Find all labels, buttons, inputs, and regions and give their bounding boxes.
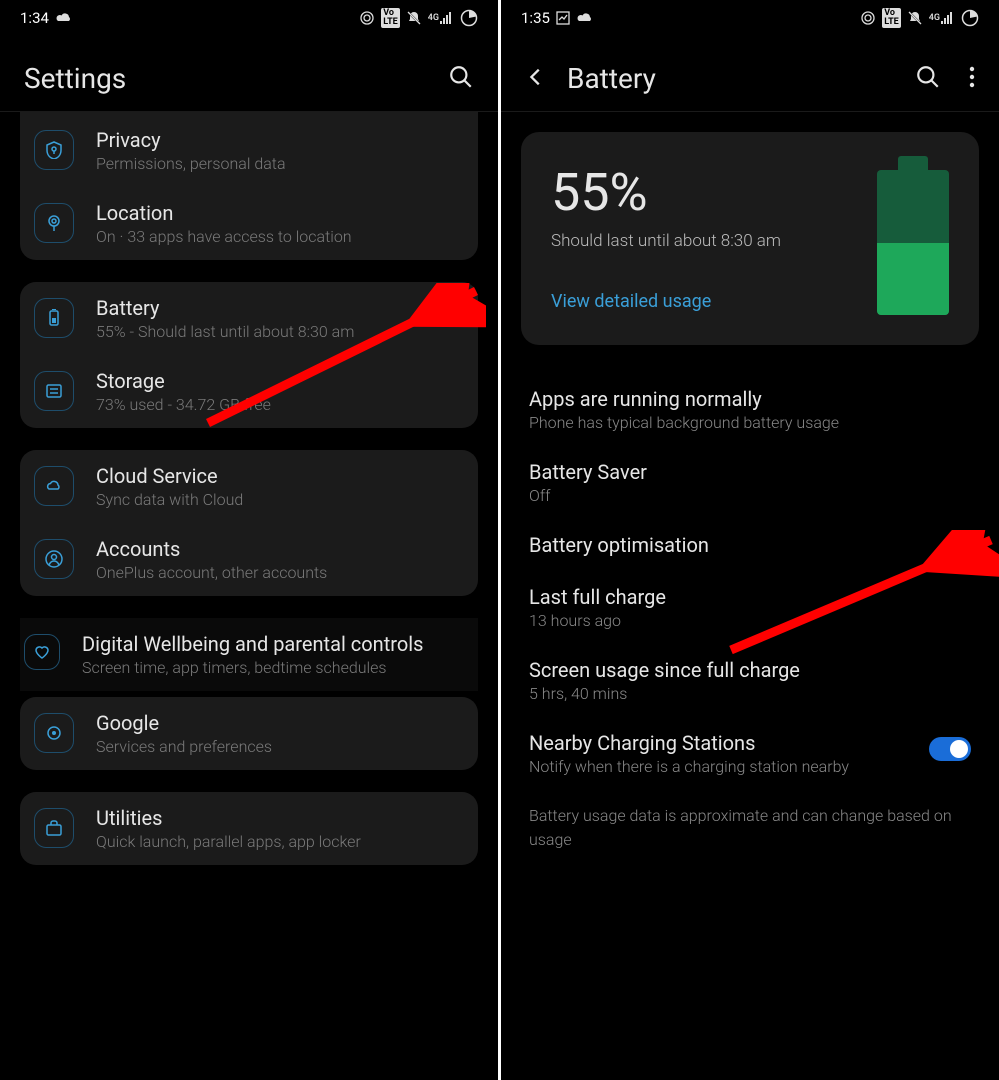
settings-group: Google Services and preferences [20, 697, 478, 770]
account-icon [34, 539, 74, 579]
battery-status-icon [961, 9, 979, 27]
search-button[interactable] [448, 64, 474, 94]
setting-title: Privacy [96, 128, 464, 152]
setting-subtitle: 73% used - 34.72 GB free [96, 395, 464, 414]
item-subtitle: 5 hrs, 40 mins [529, 684, 971, 703]
setting-subtitle: Sync data with Cloud [96, 490, 464, 509]
settings-group: Digital Wellbeing and parental controls S… [20, 618, 478, 691]
setting-title: Location [96, 201, 464, 225]
settings-group: Cloud Service Sync data with Cloud Account… [20, 450, 478, 596]
pin-icon [34, 203, 74, 243]
setting-title: Battery [96, 296, 464, 320]
settings-screen: 1:34 VoLTE 4G Settings Fingerprint, face… [0, 0, 498, 1080]
setting-subtitle: On · 33 apps have access to location [96, 227, 464, 246]
setting-item-utilities[interactable]: Utilities Quick launch, parallel apps, ap… [20, 792, 478, 865]
cast-icon [860, 10, 876, 26]
settings-header: Settings [0, 34, 498, 111]
setting-title: Storage [96, 369, 464, 393]
item-title: Battery Saver [529, 460, 971, 484]
setting-title: Cloud Service [96, 464, 464, 488]
storage-icon [34, 371, 74, 411]
battery-header: Battery [501, 34, 999, 111]
setting-subtitle: OnePlus account, other accounts [96, 563, 464, 582]
battery-item-battery-optimisation[interactable]: Battery optimisation [521, 519, 979, 571]
setting-subtitle: 55% - Should last until about 8:30 am [96, 322, 464, 341]
shield-key-icon [34, 130, 74, 170]
battery-percentage: 55% [551, 162, 781, 223]
page-title: Battery [567, 62, 656, 95]
battery-item-nearby-charging-stations[interactable]: Nearby Charging Stations Notify when ther… [521, 717, 979, 790]
page-title: Settings [24, 62, 126, 95]
setting-subtitle: Quick launch, parallel apps, app locker [96, 832, 464, 851]
item-subtitle: Phone has typical background battery usa… [529, 413, 971, 432]
battery-estimate: Should last until about 8:30 am [551, 231, 781, 251]
search-button[interactable] [915, 64, 941, 94]
google-icon [34, 713, 74, 753]
status-time: 1:35 [521, 9, 550, 27]
battery-icon [34, 298, 74, 338]
setting-item-accounts[interactable]: Accounts OnePlus account, other accounts [20, 523, 478, 596]
mute-icon [406, 10, 422, 26]
briefcase-icon [34, 808, 74, 848]
status-bar: 1:35 VoLTE 4G [501, 0, 999, 34]
battery-status-icon [460, 9, 478, 27]
settings-group: Utilities Quick launch, parallel apps, ap… [20, 792, 478, 865]
back-button[interactable] [525, 66, 547, 92]
battery-item-battery-saver[interactable]: Battery Saver Off [521, 446, 979, 519]
setting-item-battery[interactable]: Battery 55% - Should last until about 8:3… [20, 282, 478, 355]
battery-item-last-full-charge[interactable]: Last full charge 13 hours ago [521, 571, 979, 644]
battery-summary-card[interactable]: 55% Should last until about 8:30 am View… [521, 132, 979, 345]
setting-subtitle: Services and preferences [96, 737, 464, 756]
nearby-charging-toggle[interactable] [929, 737, 971, 761]
signal-icon: 4G [428, 12, 454, 24]
setting-item-google[interactable]: Google Services and preferences [20, 697, 478, 770]
setting-title: Google [96, 711, 464, 735]
signal-icon: 4G [929, 12, 955, 24]
cloud-icon [34, 466, 74, 506]
cloud-icon [55, 12, 73, 24]
setting-subtitle: Permissions, personal data [96, 154, 464, 173]
item-title: Apps are running normally [529, 387, 971, 411]
item-subtitle: Off [529, 486, 971, 505]
heart-icon [24, 634, 60, 670]
screenshot-icon [556, 11, 570, 25]
setting-item-privacy[interactable]: Privacy Permissions, personal data [20, 114, 478, 187]
cast-icon [359, 10, 375, 26]
status-time: 1:34 [20, 9, 49, 27]
cloud-icon [576, 12, 594, 24]
item-subtitle: Notify when there is a charging station … [529, 757, 849, 776]
battery-content[interactable]: 55% Should last until about 8:30 am View… [501, 112, 999, 1062]
volte-icon: VoLTE [882, 8, 901, 28]
item-title: Battery optimisation [529, 533, 971, 557]
battery-item-screen-usage-since-full-charge[interactable]: Screen usage since full charge 5 hrs, 40 … [521, 644, 979, 717]
item-subtitle: 13 hours ago [529, 611, 971, 630]
detailed-usage-link[interactable]: View detailed usage [551, 291, 781, 312]
battery-screen: 1:35 VoLTE 4G Battery [501, 0, 999, 1080]
mute-icon [907, 10, 923, 26]
setting-title: Accounts [96, 537, 464, 561]
more-button[interactable] [969, 66, 975, 92]
item-title: Last full charge [529, 585, 971, 609]
item-title: Nearby Charging Stations [529, 731, 849, 755]
settings-group: Battery 55% - Should last until about 8:3… [20, 282, 478, 428]
setting-title: Utilities [96, 806, 464, 830]
settings-group: Fingerprint, face unlock, emergency resc… [20, 112, 478, 260]
settings-content[interactable]: Fingerprint, face unlock, emergency resc… [0, 112, 498, 1062]
setting-subtitle: Screen time, app timers, bedtime schedul… [82, 658, 464, 677]
volte-icon: VoLTE [381, 8, 400, 28]
item-title: Screen usage since full charge [529, 658, 971, 682]
battery-graphic [877, 170, 949, 315]
status-bar: 1:34 VoLTE 4G [0, 0, 498, 34]
setting-title: Digital Wellbeing and parental controls [82, 632, 464, 656]
setting-item-digital-wellbeing-and-parental-controls[interactable]: Digital Wellbeing and parental controls S… [20, 618, 478, 691]
setting-item-storage[interactable]: Storage 73% used - 34.72 GB free [20, 355, 478, 428]
setting-item-cloud-service[interactable]: Cloud Service Sync data with Cloud [20, 450, 478, 523]
footer-note: Battery usage data is approximate and ca… [521, 790, 979, 866]
setting-item-location[interactable]: Location On · 33 apps have access to loca… [20, 187, 478, 260]
battery-item-apps-are-running-normally[interactable]: Apps are running normally Phone has typic… [521, 373, 979, 446]
